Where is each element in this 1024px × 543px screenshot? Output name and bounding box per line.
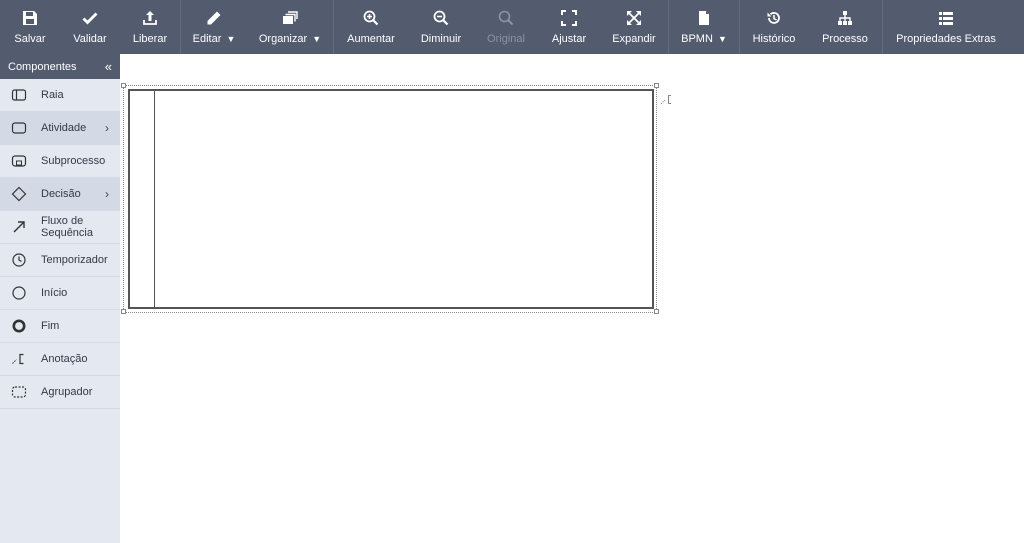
gateway-icon: [11, 186, 27, 202]
lane-header[interactable]: [130, 91, 155, 307]
sidebar-item-label: Anotação: [41, 353, 88, 365]
annotation-icon[interactable]: [660, 93, 674, 107]
sidebar-item-label: Fluxo de Sequência: [41, 215, 93, 239]
fit-label: Ajustar: [551, 33, 587, 45]
sitemap-icon: [836, 9, 854, 27]
resize-handle[interactable]: [121, 309, 126, 314]
layers-icon: [281, 9, 299, 27]
sidebar-item-fim[interactable]: Fim: [0, 310, 120, 343]
zoom-out-icon: [432, 9, 450, 27]
save-label: Salvar: [14, 33, 46, 45]
sidebar-item-label: Agrupador: [41, 386, 93, 398]
components-sidebar: Componentes « Raia Atividade › Subproces…: [0, 54, 120, 543]
extra-properties-button[interactable]: Propriedades Extras: [883, 0, 1009, 54]
check-icon: [81, 9, 99, 27]
expand-icon: [625, 9, 643, 27]
toolbar-group-edit: Editar ▼ Organizar ▼: [181, 0, 334, 54]
list-icon: [937, 9, 955, 27]
save-button[interactable]: Salvar: [0, 0, 60, 54]
toolbar: Salvar Validar Liberar Editar ▼ Organiza…: [0, 0, 1024, 54]
sidebar-header: Componentes «: [0, 54, 120, 79]
caret-down-icon: ▼: [312, 34, 322, 44]
toolbar-group-file: Salvar Validar Liberar: [0, 0, 181, 54]
zoom-in-button[interactable]: Aumentar: [334, 0, 408, 54]
lane-icon: [11, 87, 27, 103]
subprocess-icon: [11, 153, 27, 169]
end-event-icon: [11, 318, 27, 334]
diagram-canvas[interactable]: [120, 54, 1024, 543]
history-icon: [765, 9, 783, 27]
sidebar-item-label: Atividade: [41, 122, 87, 134]
original-size-button[interactable]: Original: [474, 0, 538, 54]
sidebar-item-atividade[interactable]: Atividade ›: [0, 112, 120, 145]
sidebar-item-label: Temporizador: [41, 254, 108, 266]
activity-icon: [11, 120, 27, 136]
expand-button[interactable]: Expandir: [600, 0, 668, 54]
sidebar-item-label: Início: [41, 287, 68, 299]
original-label: Original: [487, 33, 525, 45]
sidebar-item-label: Subprocesso: [41, 155, 106, 167]
edit-menu-button[interactable]: Editar ▼: [181, 0, 247, 54]
arrow-icon: [11, 219, 27, 235]
sidebar-item-decisao[interactable]: Decisão ›: [0, 178, 120, 211]
zoom-in-label: Aumentar: [347, 33, 395, 45]
sidebar-item-temporizador[interactable]: Temporizador: [0, 244, 120, 277]
sidebar-item-inicio[interactable]: Início: [0, 277, 120, 310]
organize-label: Organizar: [258, 33, 308, 45]
fit-button[interactable]: Ajustar: [538, 0, 600, 54]
history-button[interactable]: Histórico: [740, 0, 808, 54]
sidebar-item-subprocesso[interactable]: Subprocesso: [0, 145, 120, 178]
sidebar-item-label: Raia: [41, 89, 64, 101]
history-label: Histórico: [752, 33, 796, 45]
bpmn-menu-button[interactable]: BPMN ▼: [669, 0, 739, 54]
process-button[interactable]: Processo: [808, 0, 882, 54]
resize-handle[interactable]: [654, 309, 659, 314]
start-event-icon: [11, 285, 27, 301]
expand-label: Expandir: [612, 33, 656, 45]
sidebar-item-label: Decisão: [41, 188, 81, 200]
toolbar-group-properties: Propriedades Extras: [883, 0, 1009, 54]
zoom-out-label: Diminuir: [420, 33, 462, 45]
organize-menu-button[interactable]: Organizar ▼: [247, 0, 333, 54]
toolbar-group-bpmn: BPMN ▼: [669, 0, 740, 54]
caret-down-icon: ▼: [717, 34, 727, 44]
sidebar-title: Componentes: [8, 60, 77, 73]
toolbar-group-zoom: Aumentar Diminuir Original Ajustar Expan…: [334, 0, 669, 54]
toolbar-group-history: Histórico Processo: [740, 0, 883, 54]
release-label: Liberar: [132, 33, 168, 45]
process-label: Processo: [822, 33, 868, 45]
sidebar-item-raia[interactable]: Raia: [0, 79, 120, 112]
sidebar-item-anotacao[interactable]: Anotação: [0, 343, 120, 376]
chevron-right-icon: ›: [105, 121, 109, 135]
bpmn-label: BPMN: [681, 33, 713, 45]
validate-label: Validar: [73, 33, 107, 45]
sidebar-item-fluxo-sequencia[interactable]: Fluxo de Sequência: [0, 211, 120, 244]
pool-lane[interactable]: [128, 89, 654, 309]
floppy-disk-icon: [21, 9, 39, 27]
group-icon: [11, 384, 27, 400]
annotation-icon: [11, 351, 27, 367]
chevron-right-icon: ›: [105, 187, 109, 201]
file-icon: [695, 9, 713, 27]
fit-screen-icon: [560, 9, 578, 27]
extra-properties-label: Propriedades Extras: [896, 33, 996, 45]
resize-handle[interactable]: [121, 83, 126, 88]
search-icon: [497, 9, 515, 27]
validate-button[interactable]: Validar: [60, 0, 120, 54]
sidebar-item-label: Fim: [41, 320, 60, 332]
collapse-sidebar-icon[interactable]: «: [105, 59, 112, 74]
clock-icon: [11, 252, 27, 268]
resize-handle[interactable]: [654, 83, 659, 88]
upload-icon: [141, 9, 159, 27]
zoom-in-icon: [362, 9, 380, 27]
zoom-out-button[interactable]: Diminuir: [408, 0, 474, 54]
edit-label: Editar: [192, 33, 222, 45]
pencil-icon: [205, 9, 223, 27]
caret-down-icon: ▼: [226, 34, 236, 44]
release-button[interactable]: Liberar: [120, 0, 180, 54]
sidebar-item-agrupador[interactable]: Agrupador: [0, 376, 120, 409]
